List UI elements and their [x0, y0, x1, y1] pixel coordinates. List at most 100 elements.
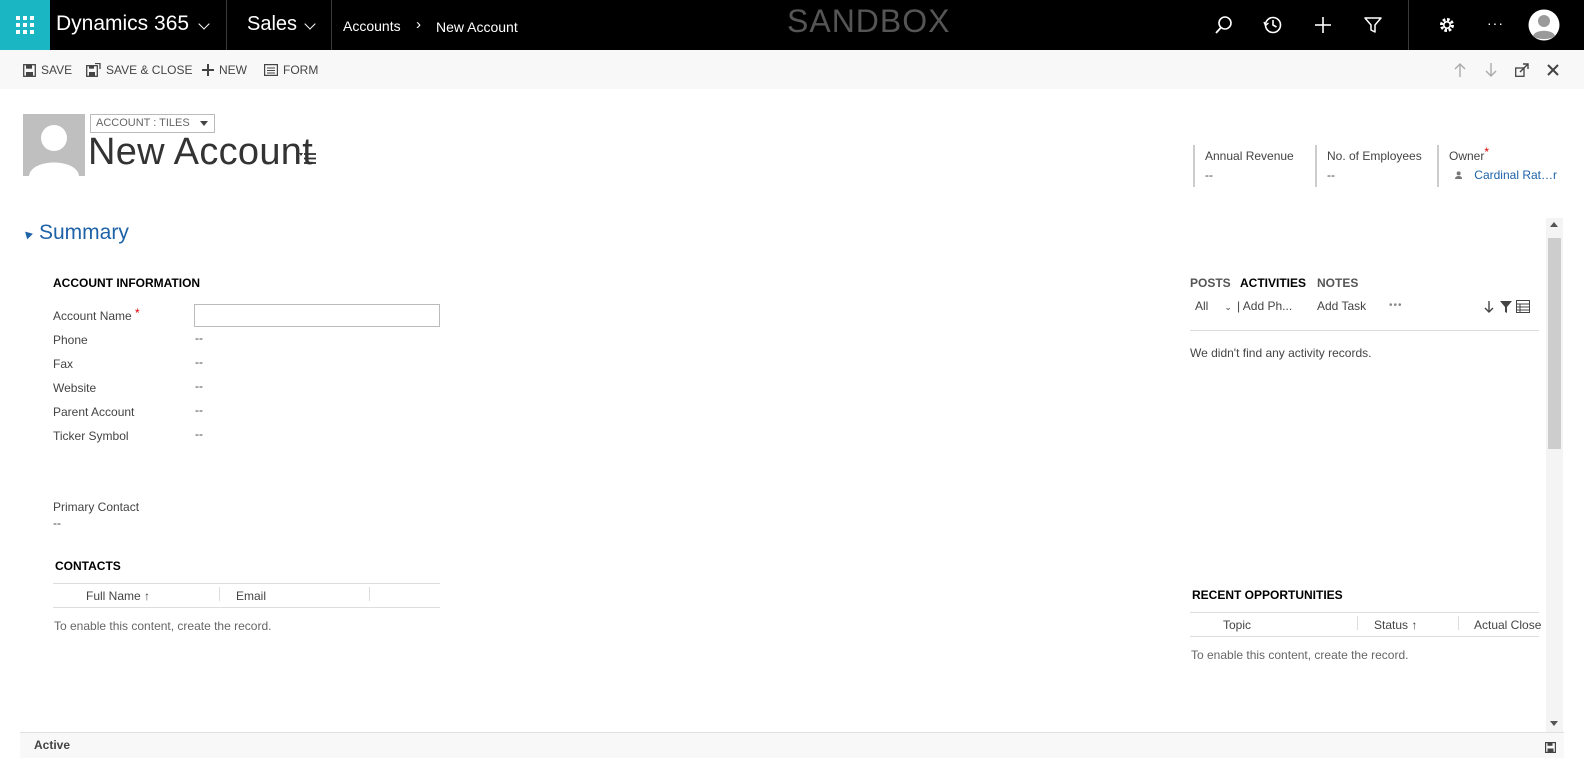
- account-name-label-row: Account Name *: [53, 306, 140, 323]
- grid-view-icon[interactable]: [1516, 300, 1530, 318]
- form-button[interactable]: FORM: [264, 62, 318, 78]
- tab-activities[interactable]: ACTIVITIES: [1240, 276, 1306, 290]
- owner-label: Owner: [1449, 149, 1485, 163]
- grid-divider: [53, 607, 440, 608]
- save-and-close-button[interactable]: SAVE & CLOSE: [86, 62, 192, 78]
- collapse-triangle-icon: [22, 228, 33, 240]
- search-icon[interactable]: [1212, 13, 1236, 37]
- command-bar: SAVE SAVE & CLOSE NEW FORM: [0, 50, 1584, 89]
- contacts-empty-message: To enable this content, create the recor…: [54, 619, 272, 633]
- plus-icon: [202, 64, 214, 76]
- recent-history-icon[interactable]: [1261, 13, 1285, 37]
- opportunities-column-actual-close[interactable]: Actual Close: [1474, 618, 1541, 632]
- website-value[interactable]: --: [195, 379, 203, 393]
- column-separator: [369, 587, 370, 601]
- grid-divider: [1190, 612, 1539, 613]
- owner-link[interactable]: Cardinal Rat…r: [1474, 168, 1557, 182]
- required-asterisk: *: [135, 306, 140, 320]
- ticker-symbol-value[interactable]: --: [195, 427, 203, 441]
- add-phone-call-button[interactable]: | Add Ph...: [1237, 299, 1292, 313]
- grid-divider: [1190, 636, 1539, 637]
- plus-icon[interactable]: [1311, 13, 1335, 37]
- parent-account-value[interactable]: --: [195, 403, 203, 417]
- parent-account-label: Parent Account: [53, 405, 135, 419]
- next-record-arrow-down-icon[interactable]: [1482, 61, 1500, 79]
- column-separator: [219, 587, 220, 601]
- account-information-heading: ACCOUNT INFORMATION: [53, 276, 201, 290]
- breadcrumb-accounts[interactable]: Accounts: [343, 18, 401, 34]
- primary-contact-value[interactable]: --: [53, 516, 61, 530]
- divider: [1408, 0, 1409, 50]
- scrollbar-thumb[interactable]: [1548, 238, 1561, 449]
- website-label: Website: [53, 381, 97, 395]
- grid-divider: [53, 583, 440, 584]
- dropdown-arrow-icon: [199, 121, 208, 126]
- form-selector-label: ACCOUNT : TILES: [96, 117, 190, 129]
- person-icon: [29, 125, 79, 176]
- app-name[interactable]: Dynamics 365: [56, 12, 189, 36]
- annual-revenue-label: Annual Revenue: [1205, 149, 1294, 163]
- user-avatar-icon[interactable]: [1528, 9, 1560, 41]
- add-task-button[interactable]: Add Task: [1317, 299, 1366, 313]
- related-menu-icon[interactable]: [299, 152, 317, 170]
- fax-value[interactable]: --: [195, 355, 203, 369]
- record-status: Active: [34, 738, 71, 752]
- more-options-icon[interactable]: ···: [1487, 15, 1504, 31]
- page-title: New Account: [88, 131, 314, 173]
- phone-label: Phone: [53, 333, 88, 347]
- column-separator: [1357, 616, 1358, 630]
- save-icon[interactable]: [1545, 740, 1557, 758]
- filter-icon[interactable]: [1361, 13, 1385, 37]
- opportunities-column-status[interactable]: Status ↑: [1374, 618, 1417, 632]
- scroll-up-arrow-icon[interactable]: [1550, 222, 1558, 227]
- opportunities-empty-message: To enable this content, create the recor…: [1191, 648, 1409, 662]
- required-asterisk: *: [1484, 145, 1490, 159]
- save-label: SAVE: [41, 63, 73, 77]
- account-name-input[interactable]: [194, 304, 440, 327]
- save-icon: [23, 63, 36, 77]
- employees-label: No. of Employees: [1327, 149, 1422, 163]
- activity-filter-value: All: [1195, 299, 1209, 313]
- primary-contact-label: Primary Contact: [53, 500, 140, 514]
- contacts-column-full-name[interactable]: Full Name ↑: [86, 589, 150, 603]
- summary-tab-header[interactable]: Summary: [22, 221, 129, 245]
- app-launcher-button[interactable]: [0, 0, 50, 50]
- header-field-annual-revenue[interactable]: Annual Revenue --: [1193, 145, 1303, 187]
- more-actions-icon[interactable]: •••: [1389, 300, 1403, 311]
- module-name[interactable]: Sales: [247, 13, 297, 36]
- filter-icon[interactable]: [1500, 300, 1512, 318]
- save-close-icon: [86, 63, 101, 77]
- save-and-close-label: SAVE & CLOSE: [106, 63, 193, 77]
- previous-record-arrow-up-icon[interactable]: [1451, 61, 1469, 79]
- close-icon[interactable]: [1544, 61, 1562, 79]
- gear-icon[interactable]: [1435, 13, 1459, 37]
- header-field-owner[interactable]: Owner* Cardinal Rat…r: [1437, 145, 1557, 187]
- status-bar: [20, 732, 1564, 758]
- tab-notes[interactable]: NOTES: [1317, 276, 1358, 290]
- contacts-heading: CONTACTS: [55, 559, 121, 573]
- account-image-placeholder[interactable]: [23, 114, 85, 176]
- scroll-down-arrow-icon[interactable]: [1550, 721, 1558, 726]
- employees-value: --: [1327, 168, 1335, 182]
- tab-posts[interactable]: POSTS: [1190, 276, 1231, 290]
- new-label: NEW: [219, 63, 247, 77]
- sort-arrow-down-icon[interactable]: [1484, 300, 1494, 318]
- opportunities-column-topic[interactable]: Topic: [1223, 618, 1251, 632]
- header-field-employees[interactable]: No. of Employees --: [1315, 145, 1430, 187]
- ticker-symbol-label: Ticker Symbol: [53, 429, 129, 443]
- chevron-down-icon: ⌄: [1224, 302, 1232, 312]
- environment-label: SANDBOX: [787, 3, 951, 39]
- breadcrumb-current: New Account: [436, 19, 518, 35]
- chevron-down-icon[interactable]: [304, 18, 316, 30]
- social-pane-divider: [1190, 330, 1539, 331]
- divider: [331, 0, 332, 50]
- pop-out-icon[interactable]: [1513, 61, 1531, 79]
- summary-title: Summary: [39, 221, 129, 244]
- new-button[interactable]: NEW: [202, 62, 247, 78]
- chevron-down-icon[interactable]: [198, 18, 210, 30]
- form-label: FORM: [283, 63, 319, 77]
- contacts-column-email[interactable]: Email: [236, 589, 266, 603]
- save-button[interactable]: SAVE: [23, 62, 72, 78]
- phone-value[interactable]: --: [195, 331, 203, 345]
- activity-filter-dropdown[interactable]: All ⌄: [1195, 299, 1232, 313]
